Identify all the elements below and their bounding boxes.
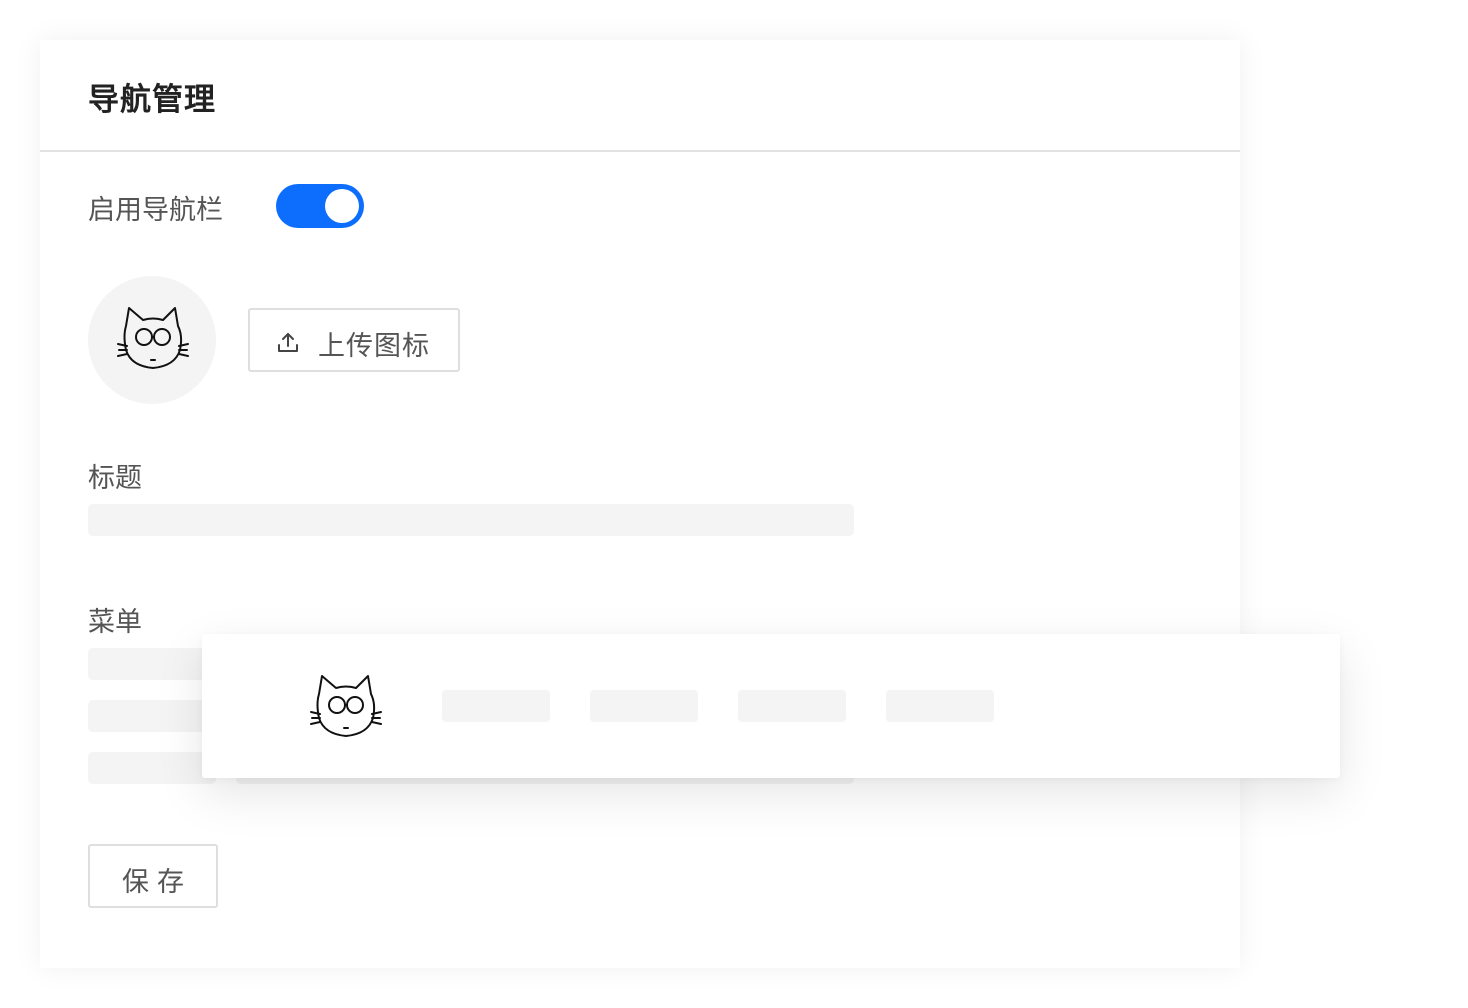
menu-item-placeholder (88, 700, 216, 732)
navbar-item-placeholder (738, 690, 846, 722)
title-input[interactable] (88, 504, 854, 536)
upload-button-label: 上传图标 (318, 331, 430, 362)
save-button[interactable]: 保存 (88, 844, 218, 908)
upload-icon (278, 333, 298, 352)
logo-preview (88, 276, 216, 404)
panel-header: 导航管理 (40, 40, 1240, 152)
menu-field-label: 菜单 (88, 607, 142, 638)
menu-item-placeholder (88, 752, 216, 784)
navbar-preview (202, 634, 1340, 778)
title-field-label: 标题 (88, 463, 142, 494)
navbar-item-placeholder (590, 690, 698, 722)
upload-icon-button[interactable]: 上传图标 (248, 308, 460, 372)
enable-navbar-label: 启用导航栏 (88, 195, 223, 226)
save-button-label: 保存 (122, 867, 192, 898)
page-title: 导航管理 (88, 82, 216, 118)
cat-face-icon (117, 307, 189, 369)
nav-settings-panel: 导航管理 启用导航栏 上传图标 标题 菜单 保存 (40, 40, 1240, 968)
enable-navbar-toggle[interactable] (276, 184, 364, 228)
navbar-item-placeholder (886, 690, 994, 722)
toggle-knob (325, 189, 359, 223)
menu-item-placeholder (88, 648, 216, 680)
navbar-item-placeholder (442, 690, 550, 722)
cat-face-icon (310, 675, 382, 737)
